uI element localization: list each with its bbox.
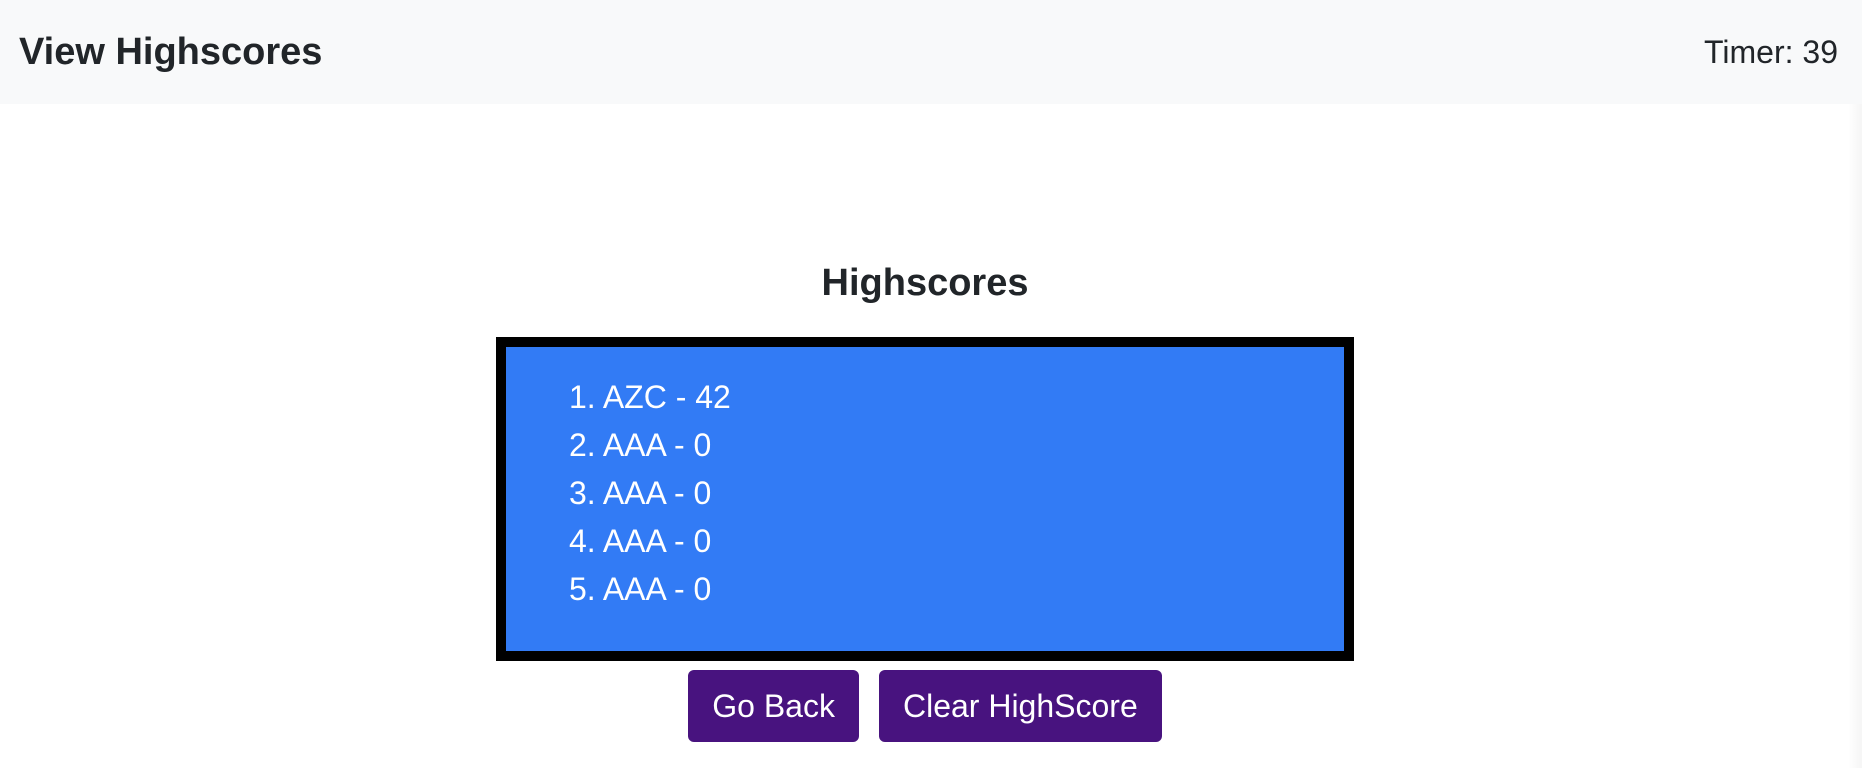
scrollbar-edge: [1848, 104, 1862, 768]
button-row: Go Back Clear HighScore: [0, 670, 1850, 742]
timer-display: Timer: 39: [1704, 33, 1838, 70]
highscore-entry: 1. AZC - 42: [569, 379, 731, 415]
view-highscores-link[interactable]: View Highscores: [19, 31, 322, 74]
go-back-button[interactable]: Go Back: [688, 670, 859, 742]
highscore-entry: 3. AAA - 0: [569, 475, 712, 511]
highscores-title: Highscores: [821, 262, 1029, 304]
highscores-list: 1. AZC - 42 2. AAA - 0 3. AAA - 0 4. AAA…: [506, 347, 1344, 613]
highscore-entry: 2. AAA - 0: [569, 427, 712, 463]
highscores-panel: 1. AZC - 42 2. AAA - 0 3. AAA - 0 4. AAA…: [496, 337, 1354, 661]
highscore-entry: 4. AAA - 0: [569, 523, 712, 559]
navbar: View Highscores Timer: 39: [0, 0, 1862, 104]
highscore-entry: 5. AAA - 0: [569, 571, 712, 607]
clear-highscore-button[interactable]: Clear HighScore: [878, 670, 1162, 742]
